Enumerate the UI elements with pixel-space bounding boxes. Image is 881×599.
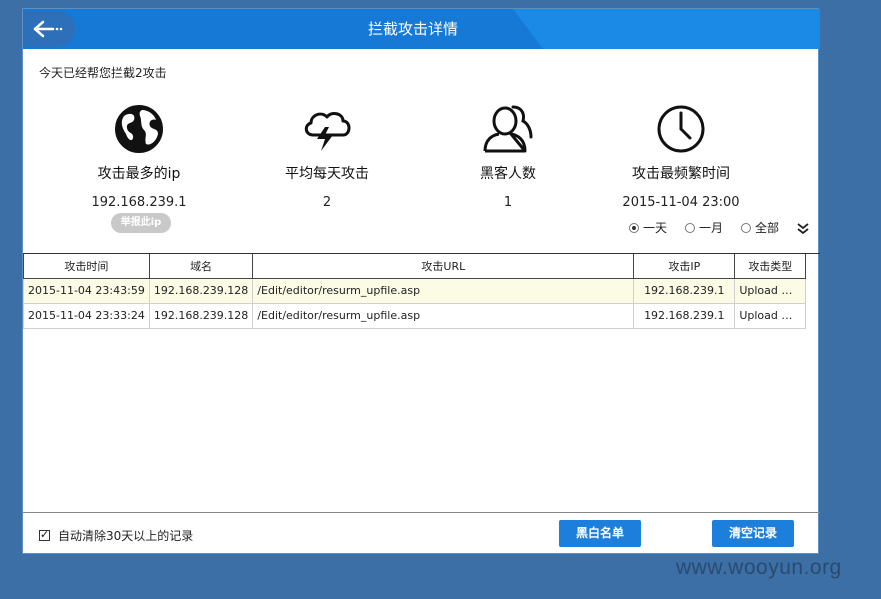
cell-time: 2015-11-04 23:33:24 [23,302,150,329]
attack-log-table-area: 攻击时间 域名 攻击URL 攻击IP 攻击类型 2015-11-04 23:43… [23,253,820,513]
intercept-summary: 今天已经帮您拦截2攻击 [39,66,167,80]
stat-label: 攻击最频繁时间 [632,166,730,182]
stat-peak-time: 攻击最频繁时间 2015-11-04 23:00 [596,101,766,210]
table-row[interactable]: 2015-11-04 23:33:24 192.168.239.128 /Edi… [23,302,807,329]
stat-top-ip: 攻击最多的ip 192.168.239.1 [54,101,224,210]
range-option-day[interactable]: 一天 [629,219,667,236]
stat-value: 2015-11-04 23:00 [622,195,740,210]
expand-chevron-icon[interactable] [796,220,810,239]
blacklist-button[interactable]: 黑白名单 [559,520,641,547]
stat-hacker-count: 黑客人数 1 [423,101,593,210]
globe-icon [54,101,224,157]
stat-label: 平均每天攻击 [285,166,369,182]
clock-icon [596,101,766,157]
hacker-users-icon [423,101,593,157]
table-header-row: 攻击时间 域名 攻击URL 攻击IP 攻击类型 [23,254,807,279]
column-header-domain[interactable]: 域名 [148,254,254,279]
cell-url: /Edit/editor/resurm_upfile.asp [252,277,635,304]
range-option-month[interactable]: 一月 [685,219,723,236]
radio-icon [741,222,752,233]
cell-ip: 192.168.239.1 [633,277,736,304]
watermark: www.wooyun.org [676,556,842,579]
range-option-all[interactable]: 全部 [741,219,779,236]
cell-url: /Edit/editor/resurm_upfile.asp [252,302,635,329]
lightning-cloud-icon [242,101,412,157]
clear-records-button[interactable]: 清空记录 [712,520,794,547]
column-header-url[interactable]: 攻击URL [252,254,635,279]
cell-domain: 192.168.239.128 [148,302,254,329]
auto-clear-label: 自动清除30天以上的记录 [58,529,194,543]
cell-ip: 192.168.239.1 [633,302,736,329]
stat-value: 1 [503,195,513,210]
radio-icon [685,222,696,233]
stat-label: 攻击最多的ip [97,166,181,182]
stat-label: 黑客人数 [480,166,536,182]
stat-daily-average: 平均每天攻击 2 [242,101,412,210]
column-header-ip[interactable]: 攻击IP [633,254,736,279]
column-header-type[interactable]: 攻击类型 [734,254,807,279]
table-row[interactable]: 2015-11-04 23:43:59 192.168.239.128 /Edi… [23,277,807,304]
checkbox-checked-icon [39,528,50,541]
cell-type: Upload Web... [734,277,807,304]
back-button[interactable] [23,11,75,47]
cell-type: Upload Web... [734,302,807,329]
back-arrow-icon [33,20,63,38]
column-header-time[interactable]: 攻击时间 [23,254,150,279]
stat-value: 192.168.239.1 [91,195,187,210]
attack-detail-window: 拦截攻击详情 今天已经帮您拦截2攻击 攻击最多的ip 192.168.239.1 [22,8,820,554]
window-title: 拦截攻击详情 [367,20,458,38]
time-range-selector: 一天 一月 全部 [629,219,797,236]
attack-log-table: 攻击时间 域名 攻击URL 攻击IP 攻击类型 2015-11-04 23:43… [23,254,807,329]
stat-value: 2 [322,195,332,210]
title-bar: 拦截攻击详情 [23,9,820,49]
report-ip-button[interactable]: 举报此ip [111,213,171,233]
cell-time: 2015-11-04 23:43:59 [23,277,150,304]
auto-clear-checkbox[interactable]: 自动清除30天以上的记录 [39,527,193,544]
radio-selected-icon [629,222,639,233]
cell-domain: 192.168.239.128 [148,277,254,304]
